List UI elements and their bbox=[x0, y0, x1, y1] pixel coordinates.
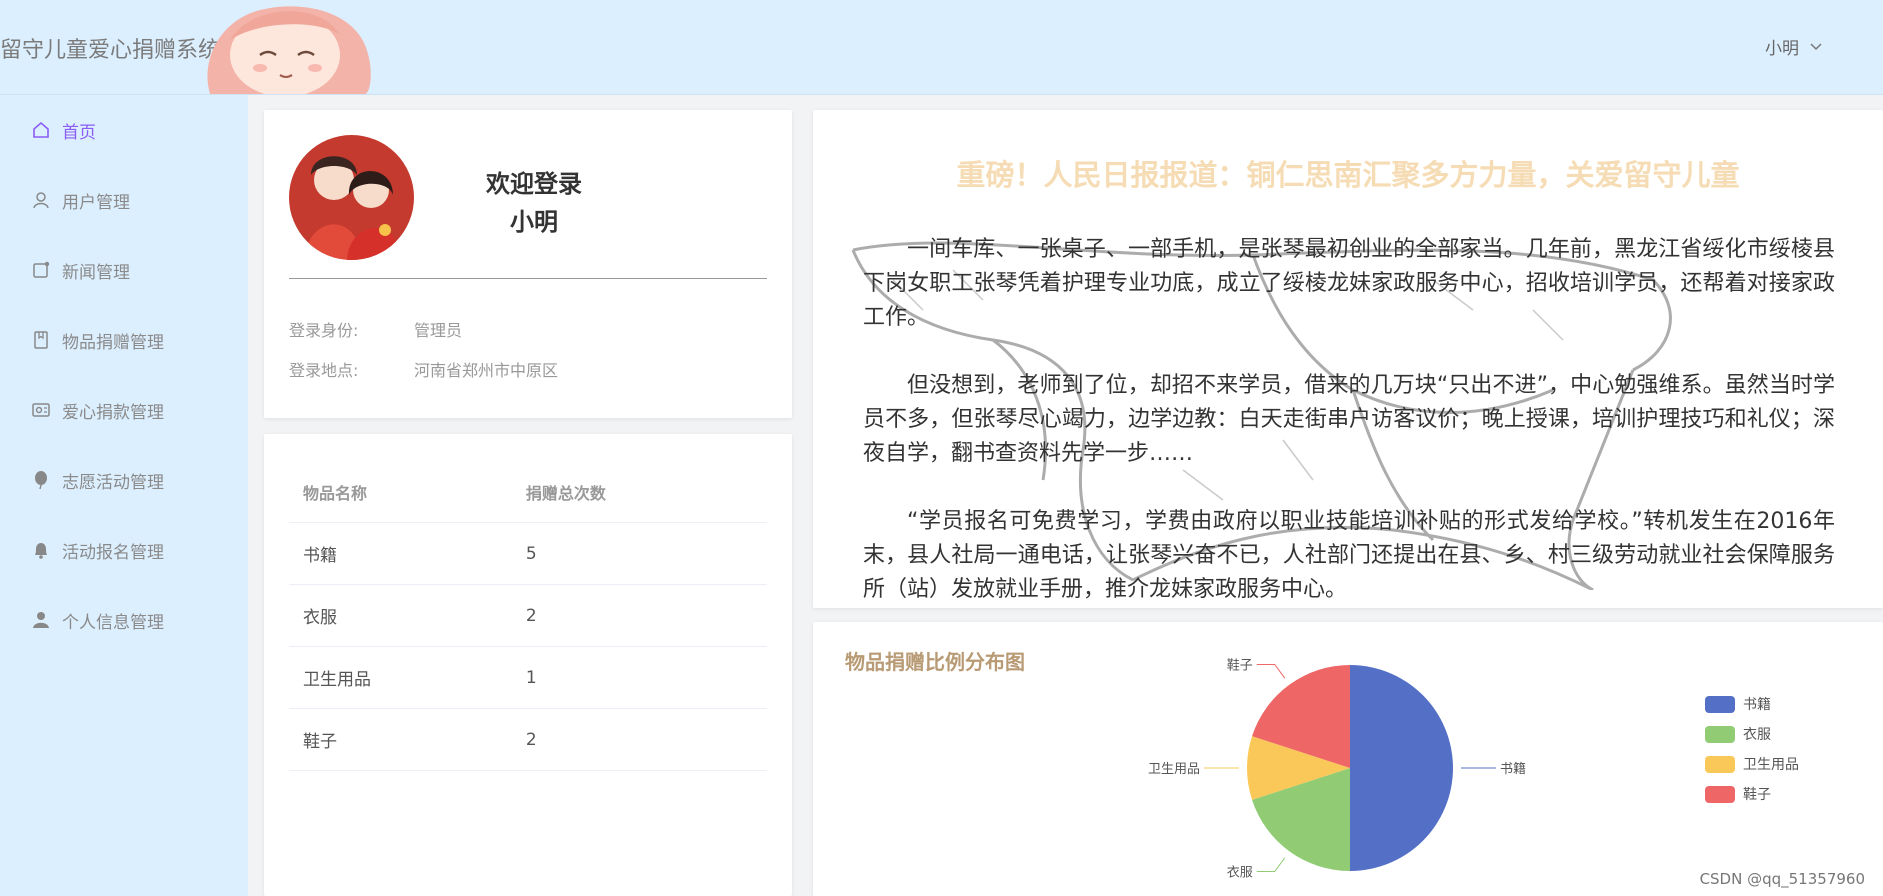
balloon-icon bbox=[30, 469, 52, 491]
sidebar-item-label: 用户管理 bbox=[62, 192, 130, 213]
legend-swatch[interactable] bbox=[1705, 756, 1735, 773]
sidebar-item-label: 爱心捐款管理 bbox=[62, 402, 164, 423]
pie-slice-label: 衣服 bbox=[1227, 865, 1253, 881]
item-name-cell: 鞋子 bbox=[289, 708, 512, 771]
sidebar-item-label: 活动报名管理 bbox=[62, 542, 164, 563]
legend-label[interactable]: 鞋子 bbox=[1743, 787, 1771, 803]
profile-card: 欢迎登录 小明 登录身份: 管理员 登录地点: 河南省郑州市中原区 bbox=[264, 110, 792, 418]
sidebar-menu: 首页 用户管理 新闻管理 物品捐赠管理 爱心捐款管理 志愿活动管理 活动报名管理… bbox=[0, 95, 248, 896]
sidebar-item-label: 新闻管理 bbox=[62, 262, 130, 283]
user-name: 小明 bbox=[1765, 39, 1799, 59]
sidebar-item-activity-registration[interactable]: 活动报名管理 bbox=[0, 515, 248, 585]
pie-slice-label: 卫生用品 bbox=[1148, 762, 1200, 777]
pie-slice-label: 鞋子 bbox=[1227, 657, 1253, 673]
login-location-row: 登录地点: 河南省郑州市中原区 bbox=[289, 357, 558, 381]
user-icon bbox=[30, 189, 52, 211]
watermark: CSDN @qq_51357960 bbox=[1699, 870, 1865, 888]
legend-swatch[interactable] bbox=[1705, 786, 1735, 803]
sidebar-item-item-donation[interactable]: 物品捐赠管理 bbox=[0, 305, 248, 375]
sidebar-item-love-donation[interactable]: 爱心捐款管理 bbox=[0, 375, 248, 445]
welcome-text: 欢迎登录 bbox=[486, 170, 582, 198]
table-row: 书籍 5 bbox=[289, 522, 767, 585]
news-headline[interactable]: 重磅！人民日报报道：铜仁思南汇聚多方力量，关爱留守儿童 bbox=[813, 152, 1883, 194]
donation-pie-chart: 书籍衣服卫生用品鞋子书籍衣服卫生用品鞋子 bbox=[1148, 657, 1799, 881]
wallet-icon bbox=[30, 399, 52, 421]
user-menu-dropdown[interactable]: 小明 bbox=[1765, 34, 1823, 59]
legend-label[interactable]: 衣服 bbox=[1743, 727, 1771, 743]
login-location-label: 登录地点: bbox=[289, 361, 359, 380]
sidebar-item-personal-info[interactable]: 个人信息管理 bbox=[0, 585, 248, 655]
item-name-cell: 衣服 bbox=[289, 584, 512, 647]
news-body: 一间车库、一张桌子、一部手机，是张琴最初创业的全部家当。几年前，黑龙江省绥化市绥… bbox=[863, 233, 1835, 608]
login-role-row: 登录身份: 管理员 bbox=[289, 317, 462, 341]
login-role-value: 管理员 bbox=[414, 321, 463, 340]
login-role-label: 登录身份: bbox=[289, 321, 359, 340]
avatar bbox=[289, 135, 414, 260]
sidebar-item-home[interactable]: 首页 bbox=[0, 95, 248, 165]
legend-label[interactable]: 卫生用品 bbox=[1743, 757, 1799, 773]
sidebar-item-user-management[interactable]: 用户管理 bbox=[0, 165, 248, 235]
news-icon bbox=[30, 259, 52, 281]
mascot-illustration bbox=[207, 6, 371, 94]
news-paragraph: 但没想到，老师到了位，却招不来学员，借来的几万块“只出不进”，中心勉强维系。虽然… bbox=[863, 373, 1835, 466]
column-header-item-name: 物品名称 bbox=[289, 462, 512, 523]
donation-count-cell: 2 bbox=[511, 584, 767, 647]
donation-chart-card: 物品捐赠比例分布图 书籍 衣服 卫生用品 鞋子 书籍 衣服 卫生用品 鞋子 bbox=[813, 622, 1883, 896]
table-row: 衣服 2 bbox=[289, 584, 767, 647]
pie-label-line bbox=[1256, 663, 1286, 679]
news-paragraph: 一间车库、一张桌子、一部手机，是张琴最初创业的全部家当。几年前，黑龙江省绥化市绥… bbox=[863, 237, 1835, 330]
home-icon bbox=[30, 119, 52, 141]
table-row: 鞋子 2 bbox=[289, 708, 767, 771]
notebook-icon bbox=[30, 329, 52, 351]
app-title: 留守儿童爱心捐赠系统 bbox=[0, 38, 221, 63]
donation-table-card: 物品名称 捐赠总次数 书籍 5 衣服 2 卫生用品 1 鞋子 2 bbox=[264, 434, 792, 896]
pie-slice-label: 书籍 bbox=[1500, 761, 1526, 777]
donation-count-cell: 2 bbox=[511, 708, 767, 771]
table-row: 卫生用品 1 bbox=[289, 646, 767, 709]
table-header-row: 物品名称 捐赠总次数 bbox=[289, 462, 767, 523]
sidebar-item-label: 物品捐赠管理 bbox=[62, 332, 164, 353]
chevron-down-icon bbox=[1810, 42, 1822, 50]
news-paragraph: “学员报名可免费学习，学费由政府以职业技能培训补贴的形式发给学校。”转机发生在2… bbox=[863, 509, 1835, 602]
donation-table: 物品名称 捐赠总次数 书籍 5 衣服 2 卫生用品 1 鞋子 2 bbox=[289, 462, 767, 771]
sidebar-item-label: 个人信息管理 bbox=[62, 612, 164, 633]
sidebar-item-label: 志愿活动管理 bbox=[62, 472, 164, 493]
donation-count-cell: 5 bbox=[511, 522, 767, 585]
column-header-donation-count: 捐赠总次数 bbox=[511, 462, 767, 523]
bell-icon bbox=[30, 539, 52, 561]
person-icon bbox=[30, 609, 52, 631]
pie-slice-1[interactable] bbox=[1350, 665, 1453, 871]
welcome-message: 欢迎登录 小明 bbox=[434, 165, 634, 241]
donation-count-cell: 1 bbox=[511, 646, 767, 709]
sidebar-item-label: 首页 bbox=[62, 122, 96, 143]
pie-label-line bbox=[1256, 857, 1286, 873]
legend-swatch[interactable] bbox=[1705, 726, 1735, 743]
news-card[interactable]: 重磅！人民日报报道：铜仁思南汇聚多方力量，关爱留守儿童 一间车库、一张桌子、一部… bbox=[813, 110, 1883, 608]
item-name-cell: 卫生用品 bbox=[289, 646, 512, 709]
legend-swatch[interactable] bbox=[1705, 696, 1735, 713]
top-header: 留守儿童爱心捐赠系统 小明 bbox=[0, 0, 1883, 95]
divider bbox=[289, 278, 767, 279]
login-location-value: 河南省郑州市中原区 bbox=[414, 361, 559, 380]
legend-label[interactable]: 书籍 bbox=[1743, 696, 1771, 713]
sidebar-item-volunteer-activity[interactable]: 志愿活动管理 bbox=[0, 445, 248, 515]
sidebar-item-news-management[interactable]: 新闻管理 bbox=[0, 235, 248, 305]
welcome-username: 小明 bbox=[510, 208, 558, 236]
item-name-cell: 书籍 bbox=[289, 522, 512, 585]
